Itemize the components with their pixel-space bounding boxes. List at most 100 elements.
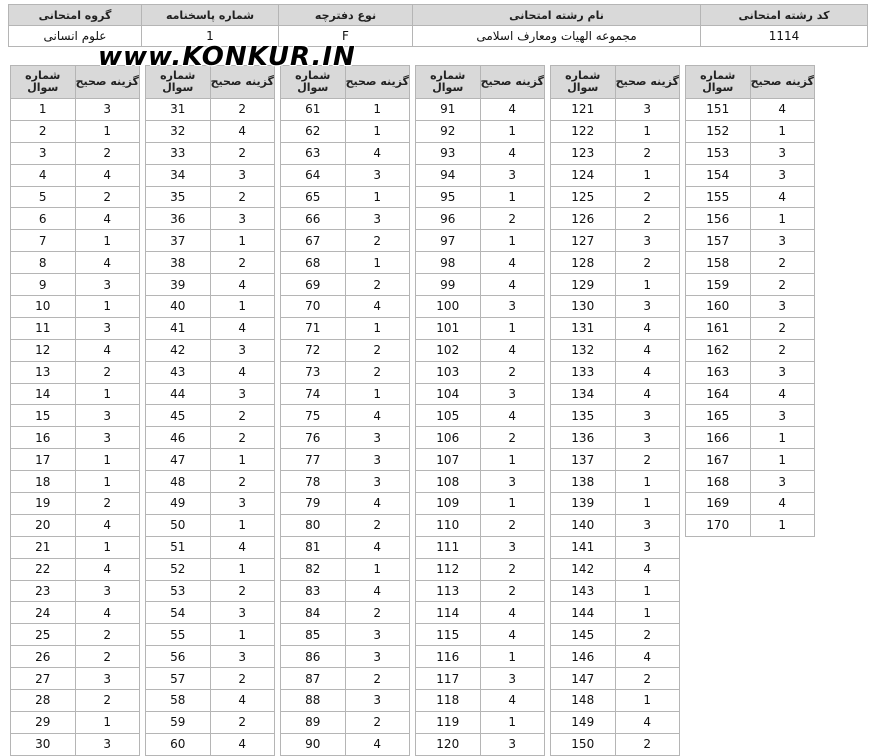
answer-cell: 3 [74,316,140,340]
table-row: 3 121 [550,98,680,121]
answer-cell: 1 [749,513,815,537]
answer-cell: 3 [344,623,410,647]
answer-cell: 1 [209,557,275,581]
table-row: 3 117 [415,667,545,691]
table-row: 12 [10,119,140,143]
question-number-cell: 146 [550,645,616,669]
question-number-cell: 80 [280,513,346,537]
table-row: 39 [10,273,140,297]
answer-cell: 3 [344,163,410,187]
table-row: 3 104 [415,382,545,406]
answer-cell: 4 [344,295,410,318]
table-row: 2 106 [415,426,545,450]
answer-cell: 3 [344,448,410,472]
question-number-cell: 79 [280,492,346,515]
question-number-cell: 24 [10,601,76,625]
question-number-cell: 97 [415,229,481,253]
table-row: 2 19 [10,492,140,515]
answer-cell: 1 [344,251,410,275]
question-number-cell: 33 [145,141,211,165]
answer-cell: 1 [479,448,545,472]
table-row: 4 131 [550,316,680,340]
answer-cell: 1 [749,448,815,472]
table-row: 2 28 [10,689,140,712]
question-number-cell: 116 [415,645,481,669]
question-number-cell: 110 [415,513,481,537]
answer-cell: 1 [614,579,680,603]
table-row: 1 74 [280,382,410,406]
table-row: 1 21 [10,535,140,559]
answer-cell: 1 [614,601,680,625]
answer-cell: 2 [614,623,680,647]
answer-cell: 1 [614,119,680,143]
answer-cell: 4 [614,557,680,581]
table-row: 4 169 [685,492,815,515]
table-row: 4 114 [415,601,545,625]
table-row: 1 143 [550,579,680,603]
question-number-cell: 13 [10,360,76,384]
table-row: 1 122 [550,119,680,143]
question-number-cell: 165 [685,404,751,428]
answer-cell: 2 [209,710,275,734]
question-number-cell: 124 [550,163,616,187]
question-number-cell: 52 [145,557,211,581]
answer-cell: 2 [614,251,680,275]
value-exam-code: 1114 [700,25,868,47]
question-number-cell: 62 [280,119,346,143]
question-number-cell: 99 [415,273,481,297]
table-row: 46 [10,207,140,231]
answer-cell: 2 [749,251,815,275]
table-row: 1 107 [415,448,545,472]
question-number-cell: 111 [415,535,481,559]
answer-cell: 2 [479,360,545,384]
table-row: 3 160 [685,295,815,318]
question-number-cell: 77 [280,448,346,472]
question-number-cell: 21 [10,535,76,559]
question-number-cell: 138 [550,470,616,494]
answer-cell: 2 [614,207,680,231]
table-row: 2 128 [550,251,680,275]
question-number-cell: 17 [10,448,76,472]
answer-cell: 2 [479,579,545,603]
table-row: 2 73 [280,360,410,384]
question-number-cell: 144 [550,601,616,625]
answer-cell: 3 [74,404,140,428]
question-number-cell: 103 [415,360,481,384]
table-row: 2 158 [685,251,815,275]
answer-cell: 2 [614,185,680,209]
answer-cell: 3 [614,229,680,253]
table-row: 2 113 [415,579,545,603]
answer-table-header-row: گزینه صحیح شماره سوال [685,65,815,99]
table-row: 2 67 [280,229,410,253]
exam-info-header-row: کد رشته امتحانی نام رشته امتحانی نوع دفت… [8,4,868,26]
answer-cell: 1 [74,448,140,472]
answer-cell: 2 [209,141,275,165]
table-row: 1 97 [415,229,545,253]
question-number-cell: 70 [280,295,346,318]
table-row: 4 149 [550,710,680,734]
answer-cell: 1 [749,426,815,450]
question-number-cell: 63 [280,141,346,165]
question-number-cell: 20 [10,513,76,537]
table-row: 2 35 [145,185,275,209]
table-row: 2 137 [550,448,680,472]
question-number-cell: 58 [145,689,211,712]
question-number-cell: 104 [415,382,481,406]
answer-cell: 2 [74,623,140,647]
answer-cell: 1 [74,710,140,734]
table-row: 2 103 [415,360,545,384]
answer-cell: 4 [209,316,275,340]
table-row: 1 10 [10,295,140,318]
answer-table-1: گزینه صحیح شماره سوال 3 1 1 2 2 3 4 4 2 5 4 6 1 7 4 8 3 9 1 1… [10,65,140,756]
table-row: 3 78 [280,470,410,494]
answer-cell: 2 [209,185,275,209]
answer-cell: 3 [74,273,140,297]
answer-cell: 2 [74,492,140,515]
answer-cell: 2 [209,426,275,450]
answer-cell: 4 [209,273,275,297]
answer-cell: 3 [209,492,275,515]
table-row: 3 76 [280,426,410,450]
table-row: 1 167 [685,448,815,472]
table-row: 17 [10,229,140,253]
table-row: 3 154 [685,163,815,187]
